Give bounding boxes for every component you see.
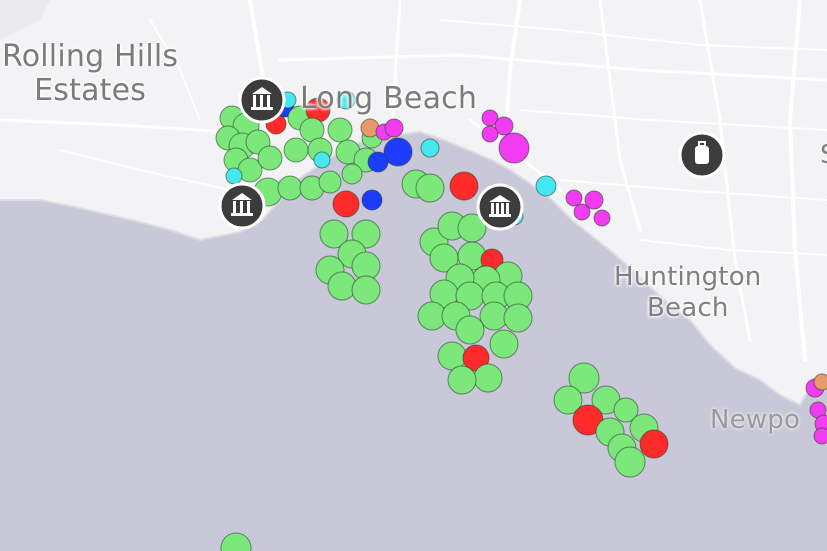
facility-icon-2[interactable] [218,182,266,230]
vessel-marker-orange[interactable] [813,373,827,391]
vessel-marker-green[interactable] [447,365,477,395]
vessel-marker-blue[interactable] [361,189,383,211]
map-basemap [0,0,827,551]
vessel-marker-cyan[interactable] [336,90,356,110]
vessel-marker-green[interactable] [283,137,309,163]
vessel-marker-green[interactable] [341,163,363,185]
vessel-marker-green[interactable] [614,446,646,478]
vessel-marker-magenta[interactable] [498,132,530,164]
vessel-marker-magenta[interactable] [593,209,611,227]
vessel-marker-green[interactable] [327,271,357,301]
vessel-marker-green[interactable] [415,173,445,203]
vessel-marker-magenta[interactable] [573,203,591,221]
vessel-marker-cyan[interactable] [225,167,243,185]
vessel-marker-magenta[interactable] [384,118,404,138]
facility-icon-3[interactable] [476,183,524,231]
vessel-marker-magenta[interactable] [481,125,499,143]
vessel-marker-blue[interactable] [367,151,389,173]
vessel-marker-green[interactable] [473,363,503,393]
vessel-marker-green[interactable] [455,315,485,345]
vessel-marker-cyan[interactable] [313,151,331,169]
vessel-marker-red[interactable] [639,429,669,459]
vessel-marker-magenta[interactable] [813,427,827,445]
facility-icon-4[interactable] [678,131,726,179]
vessel-marker-green[interactable] [503,303,533,333]
vessel-marker-green[interactable] [327,117,353,143]
vessel-marker-green[interactable] [277,175,303,201]
vessel-marker-red[interactable] [449,171,479,201]
land-area [0,0,827,405]
vessel-marker-green[interactable] [351,275,381,305]
vessel-marker-green[interactable] [489,329,519,359]
vessel-marker-cyan[interactable] [420,138,440,158]
vessel-marker-green[interactable] [318,170,342,194]
vessel-marker-red[interactable] [332,190,360,218]
map-view[interactable]: Rolling Hills Estates Long Beach Hunting… [0,0,827,551]
facility-icon-1[interactable] [238,76,286,124]
vessel-marker-magenta[interactable] [565,189,583,207]
vessel-marker-cyan[interactable] [535,175,557,197]
vessel-marker-green[interactable] [220,532,252,551]
vessel-marker-green[interactable] [257,145,283,171]
